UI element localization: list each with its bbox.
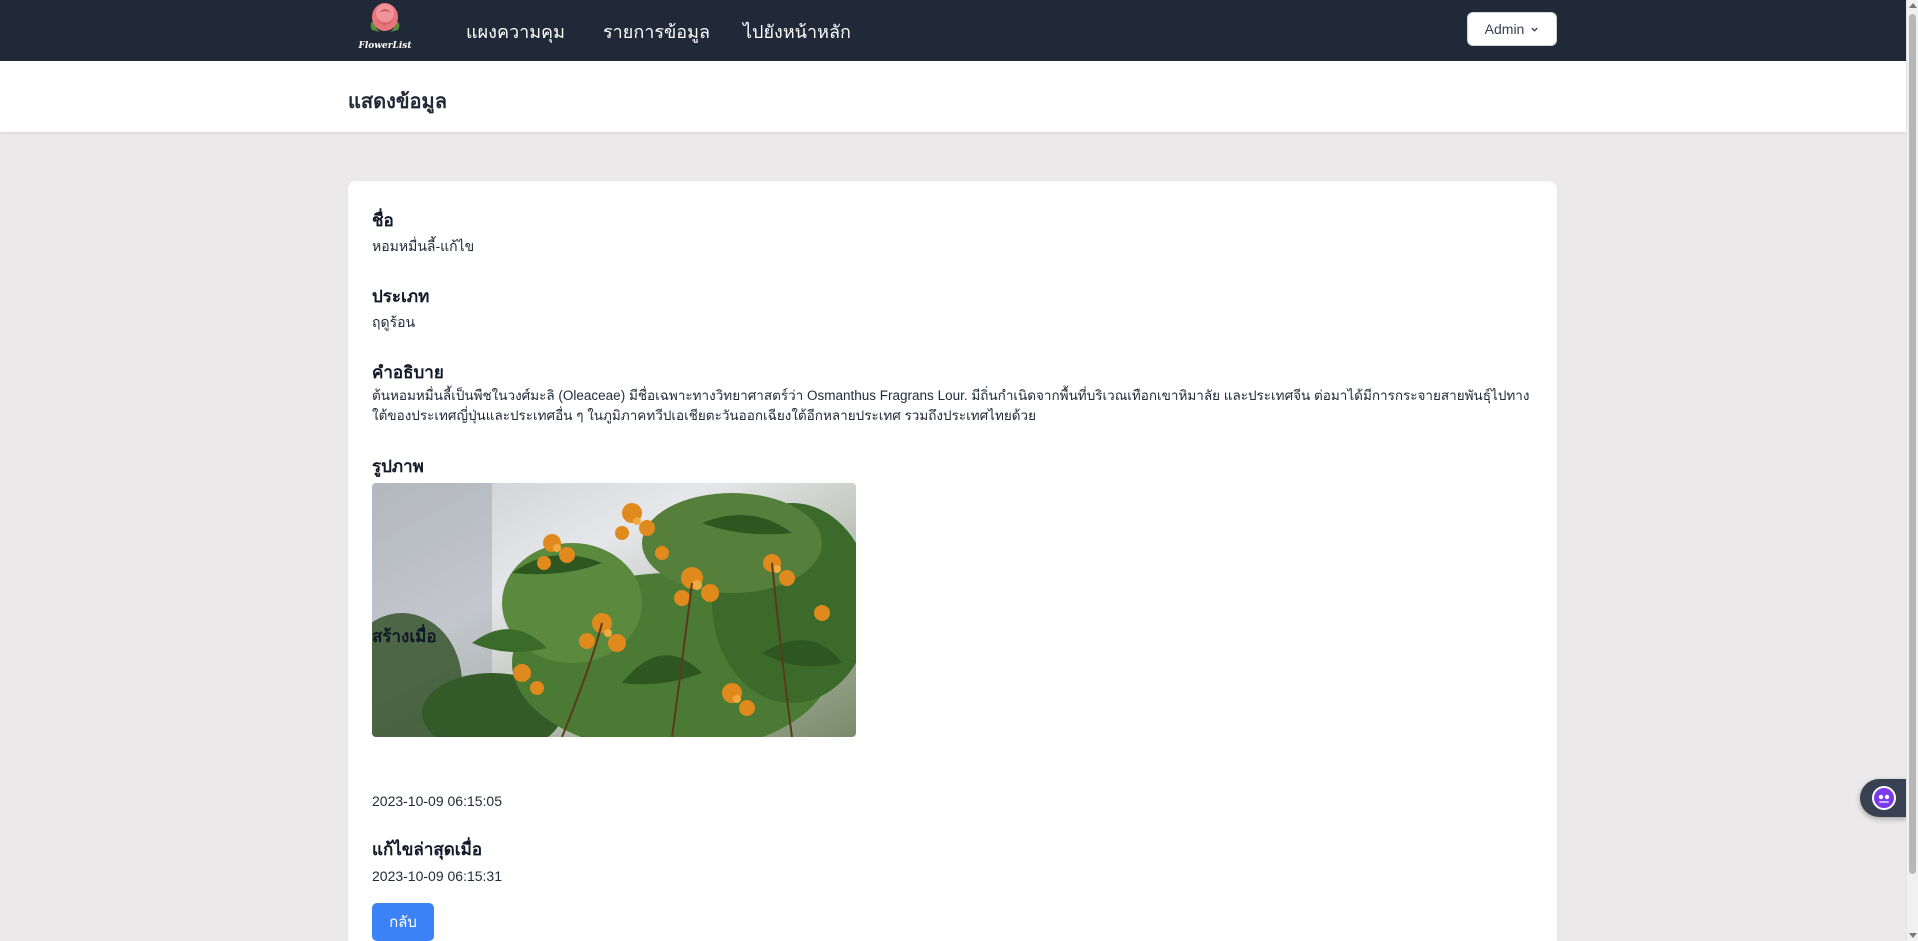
type-value: ฤดูร้อน <box>372 314 416 330</box>
updated-label: แก้ไขล่าสุดเมื่อ <box>372 840 483 859</box>
scroll-down-arrow-icon[interactable] <box>1909 933 1917 938</box>
page-header: แสดงข้อมูล <box>0 61 1906 132</box>
nav-link-home[interactable]: ไปยังหน้าหลัก <box>743 17 851 46</box>
osmanthus-photo <box>372 483 856 737</box>
page-title: แสดงข้อมูล <box>348 91 447 113</box>
created-value: 2023-10-09 06:15:05 <box>372 793 502 809</box>
nav-link-data-list[interactable]: รายการข้อมูล <box>603 17 710 46</box>
site-logo[interactable]: FlowerList <box>356 0 414 56</box>
logo-text: FlowerList <box>358 41 412 51</box>
assistant-widget-icon <box>1872 786 1896 810</box>
top-navbar: FlowerList แผงความคุม รายการข้อมูล ไปยัง… <box>0 0 1906 61</box>
type-label: ประเภท <box>372 287 430 306</box>
updated-value: 2023-10-09 06:15:31 <box>372 868 502 884</box>
page-scrollbar[interactable] <box>1906 0 1918 941</box>
created-label: สร้างเมื่อ <box>372 627 437 646</box>
back-button[interactable]: กลับ <box>372 903 434 941</box>
nav-link-dashboard[interactable]: แผงความคุม <box>466 17 565 46</box>
image-label: รูปภาพ <box>372 457 424 476</box>
detail-card: ชื่อ หอมหมื่นลี้-แก้ไข ประเภท ฤดูร้อน คำ… <box>348 181 1557 941</box>
description-value: ต้นหอมหมื่นลี้เป็นพืชในวงศ์มะลิ (Oleacea… <box>372 388 1530 423</box>
scroll-up-arrow-icon[interactable] <box>1909 3 1917 8</box>
assistant-widget[interactable] <box>1860 779 1908 817</box>
rose-logo-icon <box>370 3 400 32</box>
user-menu-button[interactable]: Admin <box>1467 12 1557 46</box>
name-value: หอมหมื่นลี้-แก้ไข <box>372 238 475 254</box>
chevron-down-icon <box>1531 27 1539 32</box>
scroll-thumb[interactable] <box>1909 14 1916 874</box>
flower-image <box>372 483 856 737</box>
description-label: คำอธิบาย <box>372 363 444 382</box>
user-menu-label: Admin <box>1484 21 1525 37</box>
name-label: ชื่อ <box>372 211 394 230</box>
